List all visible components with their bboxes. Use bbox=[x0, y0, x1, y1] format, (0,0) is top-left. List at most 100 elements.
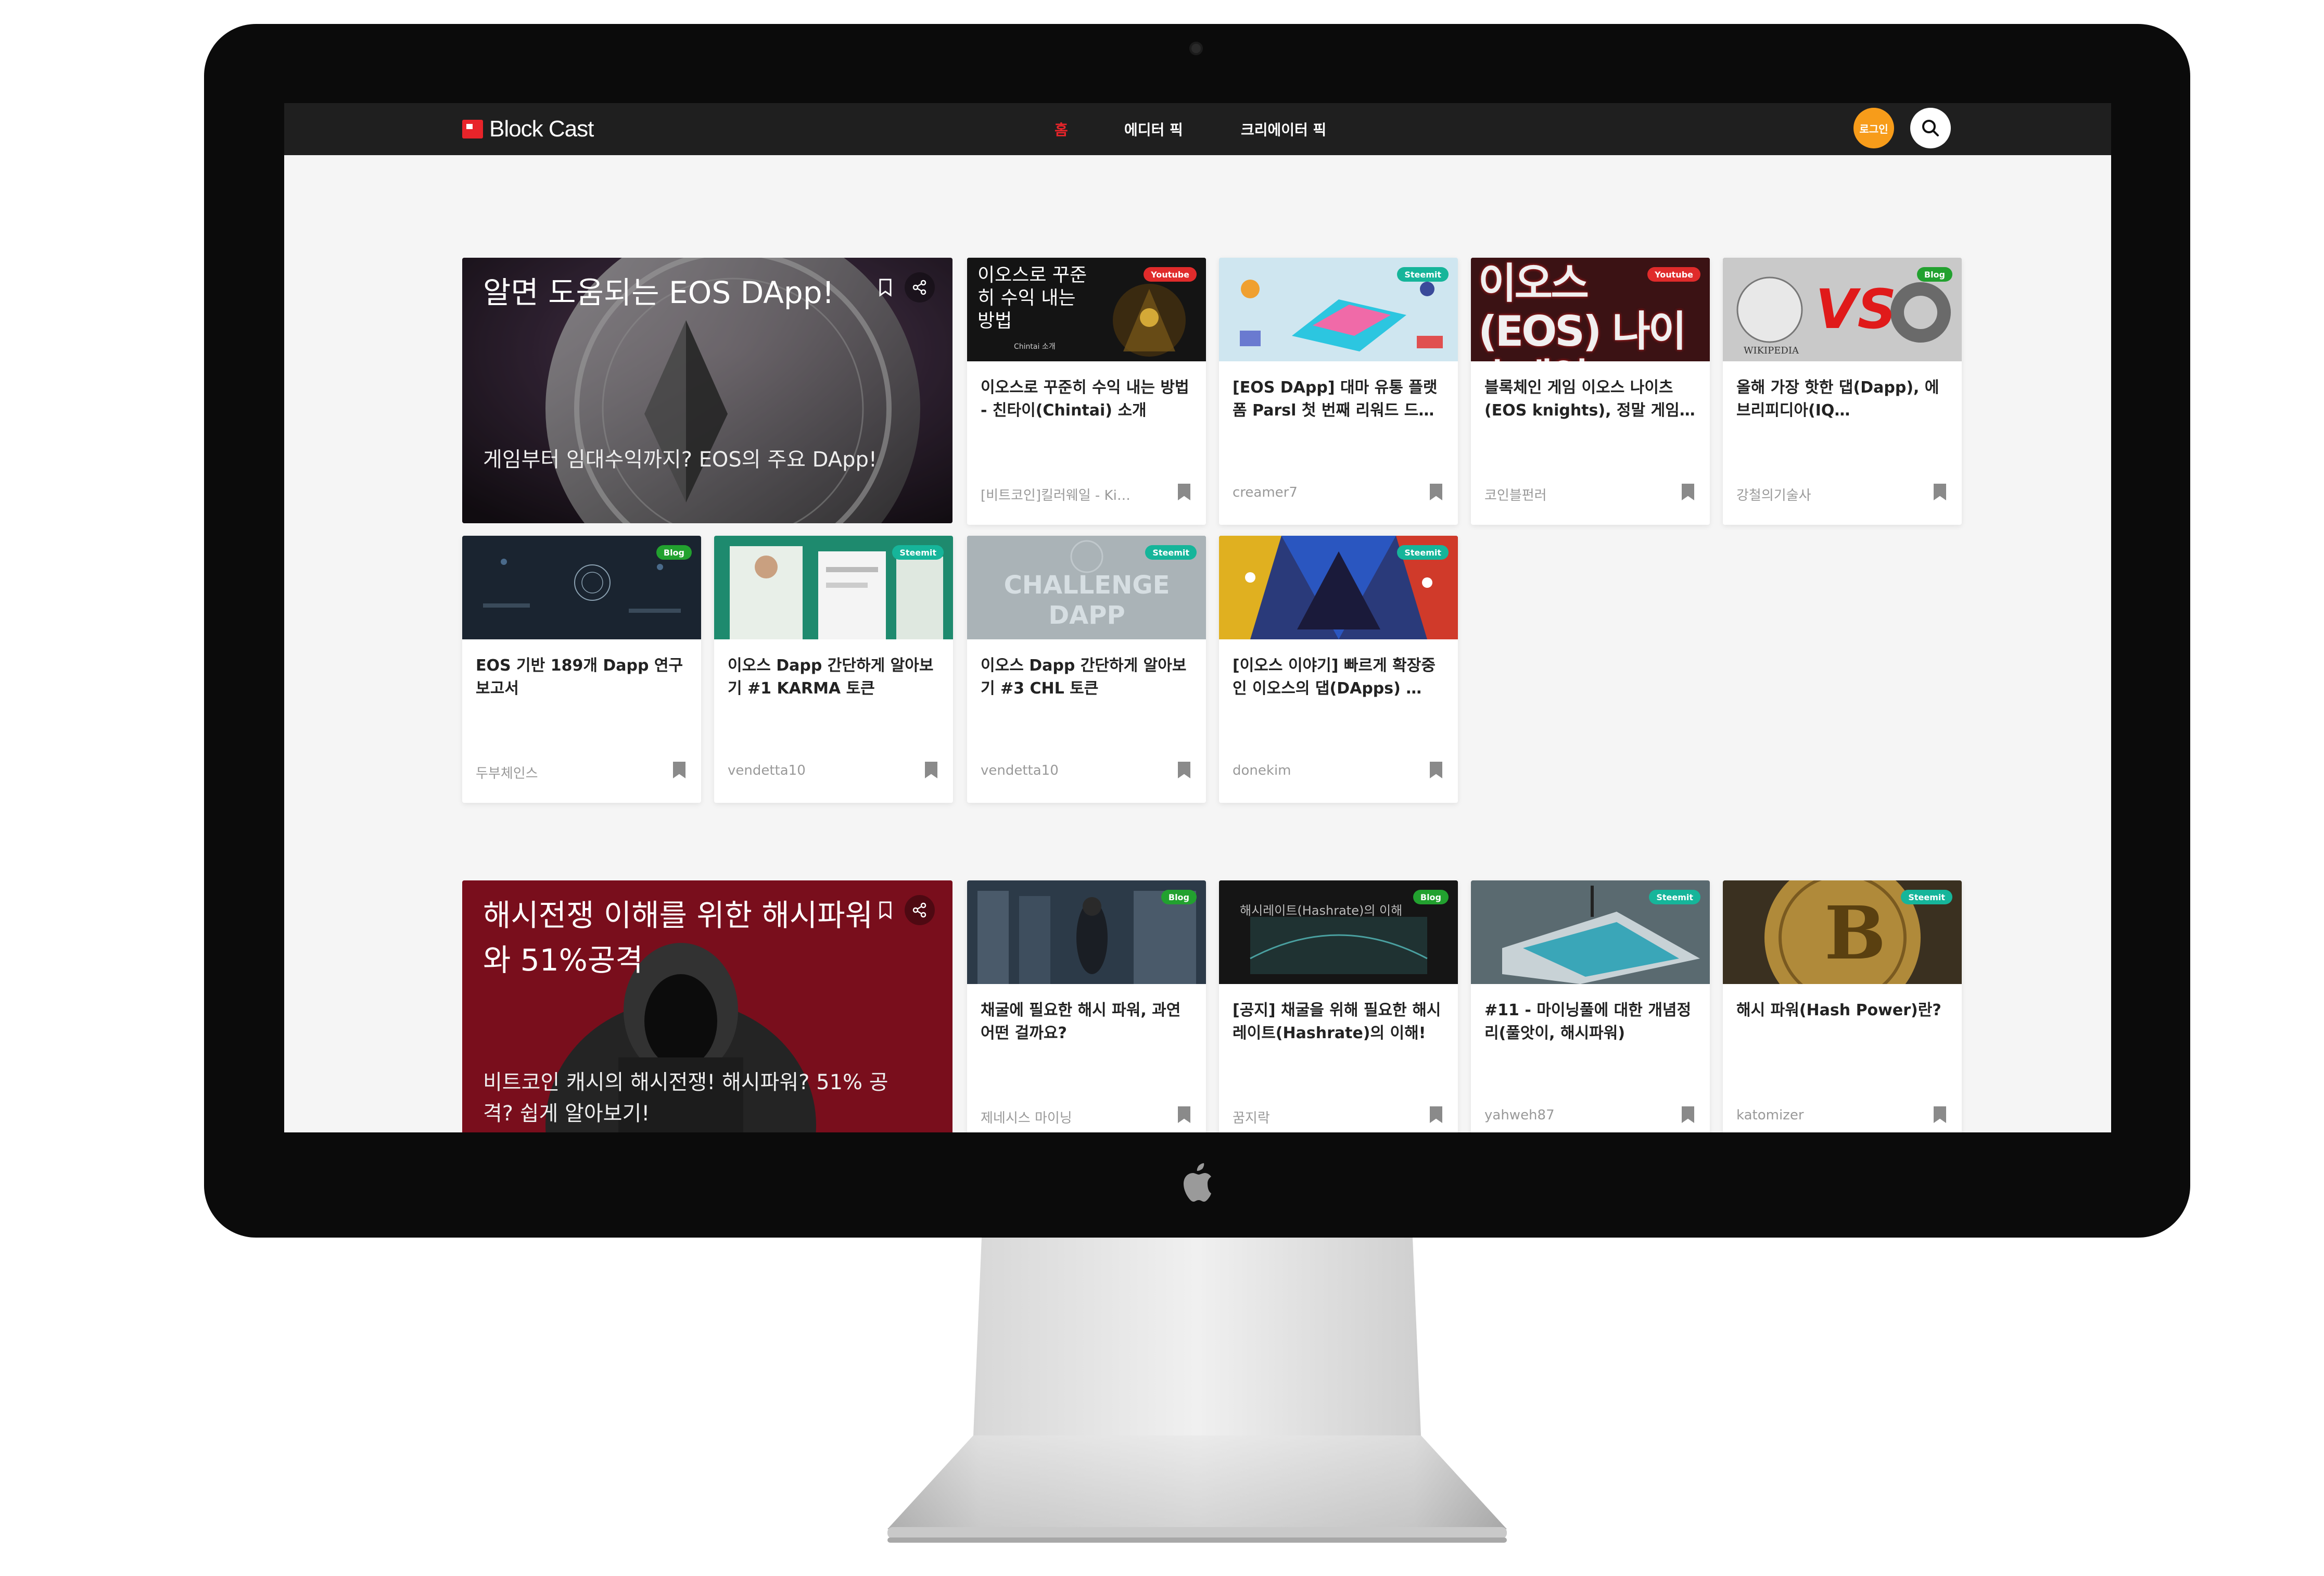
nav-home[interactable]: 홈 bbox=[1055, 103, 1068, 155]
bookmark-icon[interactable] bbox=[1178, 1106, 1190, 1123]
card-title: [EOS DApp] 대마 유통 플랫폼 Parsl 첫 번째 리워드 드… bbox=[1233, 379, 1438, 420]
bookmark-icon[interactable] bbox=[673, 762, 685, 778]
bookmark-icon[interactable] bbox=[873, 898, 897, 922]
source-badge: Steemit bbox=[1397, 545, 1449, 560]
source-badge: Steemit bbox=[892, 545, 944, 560]
feature-card-eos-dapp[interactable]: 알면 도움되는 EOS DApp! 게임부터 임대수익까지? EOS의 주요 D… bbox=[462, 258, 953, 523]
card-thumbnail: 해시레이트(Hashrate)의 이해 Blog bbox=[1219, 880, 1458, 984]
card-thumbnail: Steemit bbox=[1219, 536, 1458, 639]
article-card[interactable]: Steemit #11 - 마이닝풀에 대한 개념정리(풀앗이, 해시파워) y… bbox=[1471, 880, 1710, 1132]
logo-mark-icon bbox=[462, 120, 483, 138]
bookmark-icon[interactable] bbox=[1430, 484, 1442, 500]
share-icon[interactable] bbox=[905, 272, 935, 302]
article-card[interactable]: Steemit [EOS DApp] 대마 유통 플랫폼 Parsl 첫 번째 … bbox=[1219, 258, 1458, 525]
bookmark-icon[interactable] bbox=[1682, 1106, 1694, 1123]
card-author: [비트코인]킬러웨일 - Ki… bbox=[981, 488, 1131, 503]
search-icon bbox=[1922, 120, 1939, 136]
site-logo[interactable]: Block Cast bbox=[462, 116, 594, 143]
bookmark-icon[interactable] bbox=[1430, 1106, 1442, 1123]
bookmark-icon[interactable] bbox=[1430, 762, 1442, 778]
card-thumbnail: Blog bbox=[462, 536, 701, 639]
source-badge: Steemit bbox=[1649, 890, 1700, 904]
top-nav-bar: Block Cast 홈 에디터 픽 크리에이터 픽 로그인 bbox=[284, 103, 2111, 155]
nav-creator-pick[interactable]: 크리에이터 픽 bbox=[1241, 103, 1326, 155]
card-title: 채굴에 필요한 해시 파워, 과연 어떤 걸까요? bbox=[981, 1001, 1181, 1042]
nav-editor-pick[interactable]: 에디터 픽 bbox=[1124, 103, 1183, 155]
card-title: 이오스 Dapp 간단하게 알아보기 #3 CHL 토큰 bbox=[981, 657, 1187, 698]
card-title: 이오스 Dapp 간단하게 알아보기 #1 KARMA 토큰 bbox=[728, 657, 934, 698]
card-thumbnail: VS WIKIPEDIA Blog bbox=[1723, 258, 1962, 361]
share-glyph-icon bbox=[912, 280, 926, 295]
thumb-caption-text: VS bbox=[1815, 278, 1897, 341]
login-button[interactable]: 로그인 bbox=[1853, 108, 1894, 148]
card-title: [이오스 이야기] 빠르게 확장중인 이오스의 댑(DApps) … bbox=[1233, 657, 1436, 698]
thumb-caption-text: CHALLENGE DAPP bbox=[1004, 571, 1170, 630]
bookmark-icon[interactable] bbox=[873, 275, 897, 299]
card-title: #11 - 마이닝풀에 대한 개념정리(풀앗이, 해시파워) bbox=[1484, 1001, 1692, 1042]
card-title: 이오스로 꾸준히 수익 내는 방법 - 친타이(Chintai) 소개 bbox=[981, 379, 1189, 420]
share-icon[interactable] bbox=[905, 895, 935, 925]
card-title: EOS 기반 189개 Dapp 연구보고서 bbox=[476, 657, 683, 698]
source-badge: Blog bbox=[1413, 890, 1449, 904]
article-card[interactable]: 이오스(EOS) 나이츠게임 Youtube 블록체인 게임 이오스 나이츠(E… bbox=[1471, 258, 1710, 525]
card-thumbnail: Steemit bbox=[714, 536, 953, 639]
article-card[interactable]: CHALLENGE DAPP Steemit 이오스 Dapp 간단하게 알아보… bbox=[967, 536, 1206, 803]
monitor-stand bbox=[887, 1238, 1507, 1543]
article-card[interactable]: Steemit [이오스 이야기] 빠르게 확장중인 이오스의 댑(DApps)… bbox=[1219, 536, 1458, 803]
article-card[interactable]: Blog 채굴에 필요한 해시 파워, 과연 어떤 걸까요? 제네시스 마이닝 bbox=[967, 880, 1206, 1132]
thumb-caption-text: 해시레이트(Hashrate)의 이해 bbox=[1240, 903, 1403, 918]
card-author: yahweh87 bbox=[1484, 1107, 1555, 1123]
feature-title: 해시전쟁 이해를 위한 해시파워와 51%공격 bbox=[483, 898, 873, 978]
article-card[interactable]: 해시레이트(Hashrate)의 이해 Blog [공지] 채굴을 위해 필요한… bbox=[1219, 880, 1458, 1132]
card-author: 코인블펀러 bbox=[1484, 488, 1547, 503]
thumb-subcaption-text: Chintai 소개 bbox=[1014, 343, 1056, 351]
bookmark-icon[interactable] bbox=[1682, 484, 1694, 500]
share-glyph-icon bbox=[912, 902, 926, 918]
camera-icon bbox=[1189, 42, 1203, 55]
card-author: 꿈지락 bbox=[1233, 1111, 1270, 1126]
bookmark-icon[interactable] bbox=[1178, 762, 1190, 778]
card-title: 블록체인 게임 이오스 나이츠(EOS knights), 정말 게임… bbox=[1484, 379, 1695, 420]
card-author: donekim bbox=[1233, 763, 1291, 778]
card-thumbnail: Steemit bbox=[1471, 880, 1710, 984]
bookmark-icon[interactable] bbox=[1178, 484, 1190, 500]
thumb-caption-text: 이오스로 꾸준히 수익 내는 방법 bbox=[977, 264, 1087, 332]
card-thumbnail: B Steemit bbox=[1723, 880, 1962, 984]
feature-subtitle: 게임부터 임대수익까지? EOS의 주요 DApp! bbox=[483, 448, 877, 472]
card-author: 제네시스 마이닝 bbox=[981, 1111, 1072, 1126]
card-author: creamer7 bbox=[1233, 485, 1298, 500]
article-card[interactable]: Steemit 이오스 Dapp 간단하게 알아보기 #1 KARMA 토큰 v… bbox=[714, 536, 953, 803]
source-badge: Blog bbox=[1916, 267, 1952, 282]
card-author: vendetta10 bbox=[981, 763, 1059, 778]
card-thumbnail: 이오스(EOS) 나이츠게임 Youtube bbox=[1471, 258, 1710, 361]
browser-viewport: Block Cast 홈 에디터 픽 크리에이터 픽 로그인 알면 도움되는 E… bbox=[284, 103, 2111, 1132]
article-card[interactable]: VS WIKIPEDIA Blog 올해 가장 핫한 댑(Dapp), 에브리피… bbox=[1723, 258, 1962, 525]
source-badge: Steemit bbox=[1901, 890, 1952, 904]
bookmark-icon[interactable] bbox=[925, 762, 937, 778]
source-badge: Youtube bbox=[1144, 267, 1197, 282]
card-author: 강철의기술사 bbox=[1736, 488, 1811, 503]
source-badge: Blog bbox=[1161, 890, 1197, 904]
card-title: 해시 파워(Hash Power)란? bbox=[1736, 1001, 1941, 1019]
feature-card-hash-war[interactable]: 해시전쟁 이해를 위한 해시파워와 51%공격 비트코인 캐시의 해시전쟁! 해… bbox=[462, 880, 953, 1132]
article-card[interactable]: 이오스로 꾸준히 수익 내는 방법 Chintai 소개 Youtube 이오스… bbox=[967, 258, 1206, 525]
bookmark-icon[interactable] bbox=[1934, 484, 1946, 500]
search-button[interactable] bbox=[1910, 108, 1951, 148]
svg-text:B: B bbox=[1824, 891, 1886, 976]
bookmark-icon[interactable] bbox=[1934, 1106, 1946, 1123]
article-card[interactable]: Blog EOS 기반 189개 Dapp 연구보고서 두부체인스 bbox=[462, 536, 701, 803]
card-author: katomizer bbox=[1736, 1107, 1804, 1123]
article-card[interactable]: B Steemit 해시 파워(Hash Power)란? katomizer bbox=[1723, 880, 1962, 1132]
card-title: 올해 가장 핫한 댑(Dapp), 에브리피디아(IQ… bbox=[1736, 379, 1939, 420]
thumb-subcaption-text: WIKIPEDIA bbox=[1744, 345, 1799, 356]
logo-text: Block Cast bbox=[489, 116, 594, 142]
feature-subtitle: 비트코인 캐시의 해시전쟁! 해시파워? 51% 공격? 쉽게 알아보기! bbox=[483, 1070, 888, 1126]
feature-title: 알면 도움되는 EOS DApp! bbox=[483, 275, 834, 310]
source-badge: Youtube bbox=[1647, 267, 1700, 282]
card-thumbnail: CHALLENGE DAPP Steemit bbox=[967, 536, 1206, 639]
source-badge: Blog bbox=[656, 545, 692, 560]
card-author: vendetta10 bbox=[728, 763, 806, 778]
apple-logo-icon bbox=[1184, 1163, 1211, 1202]
source-badge: Steemit bbox=[1145, 545, 1197, 560]
card-author: 두부체인스 bbox=[476, 766, 538, 781]
